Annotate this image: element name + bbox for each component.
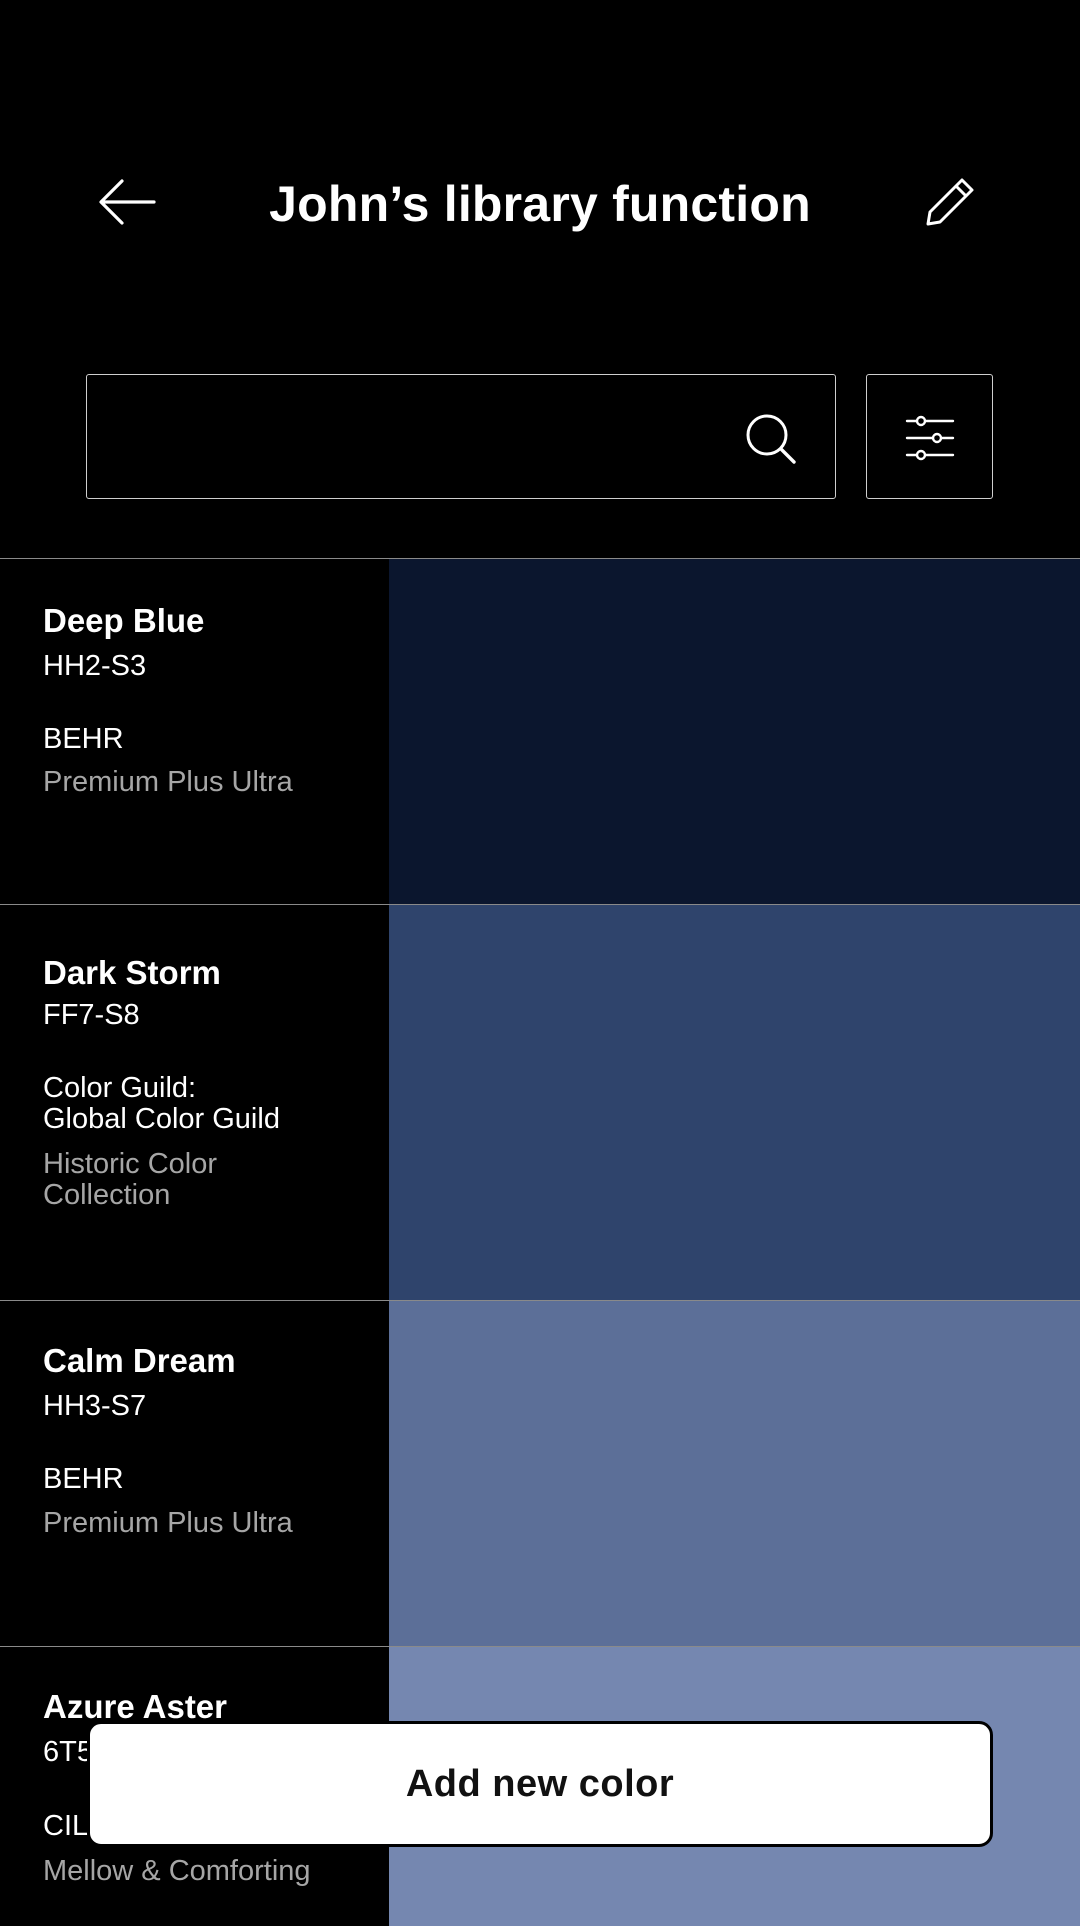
color-code: FF7-S8 [43,999,140,1031]
color-swatch [389,559,1080,904]
search-box [86,374,836,500]
color-info: Deep Blue HH2-S3 BEHR Premium Plus Ultra [0,559,389,904]
color-collection: Premium Plus Ultra [43,1507,293,1539]
color-code: HH2-S3 [43,650,147,682]
color-name: Calm Dream [43,1342,236,1379]
color-row-deep-blue[interactable]: Deep Blue HH2-S3 BEHR Premium Plus Ultra [0,558,1080,904]
search-input[interactable] [107,375,731,500]
color-brand: BEHR [43,1463,124,1495]
color-swatch [389,1301,1080,1646]
color-info: Calm Dream HH3-S7 BEHR Premium Plus Ultr… [0,1301,389,1646]
app-header: John’s library function [0,0,1080,500]
sliders-icon [905,415,955,461]
color-collection: Mellow & Comforting [43,1855,311,1887]
color-brand: Color Guild: Global Color Guild [43,1072,280,1135]
color-code: 6T5 [43,1736,93,1768]
color-row-calm-dream[interactable]: Calm Dream HH3-S7 BEHR Premium Plus Ultr… [0,1300,1080,1646]
add-new-color-button[interactable]: Add new color [87,1721,993,1847]
pencil-icon [926,178,974,226]
color-collection: Premium Plus Ultra [43,766,293,798]
edit-button[interactable] [918,170,982,234]
color-swatch [389,905,1080,1300]
color-name: Deep Blue [43,602,205,639]
color-info: Dark Storm FF7-S8 Color Guild: Global Co… [0,905,389,1300]
color-code: HH3-S7 [43,1390,147,1422]
color-name: Dark Storm [43,954,221,991]
color-brand: BEHR [43,723,124,755]
color-row-dark-storm[interactable]: Dark Storm FF7-S8 Color Guild: Global Co… [0,904,1080,1300]
filter-button[interactable] [866,374,993,499]
search-icon[interactable] [743,411,799,467]
color-collection: Historic Color Collection [43,1148,218,1211]
